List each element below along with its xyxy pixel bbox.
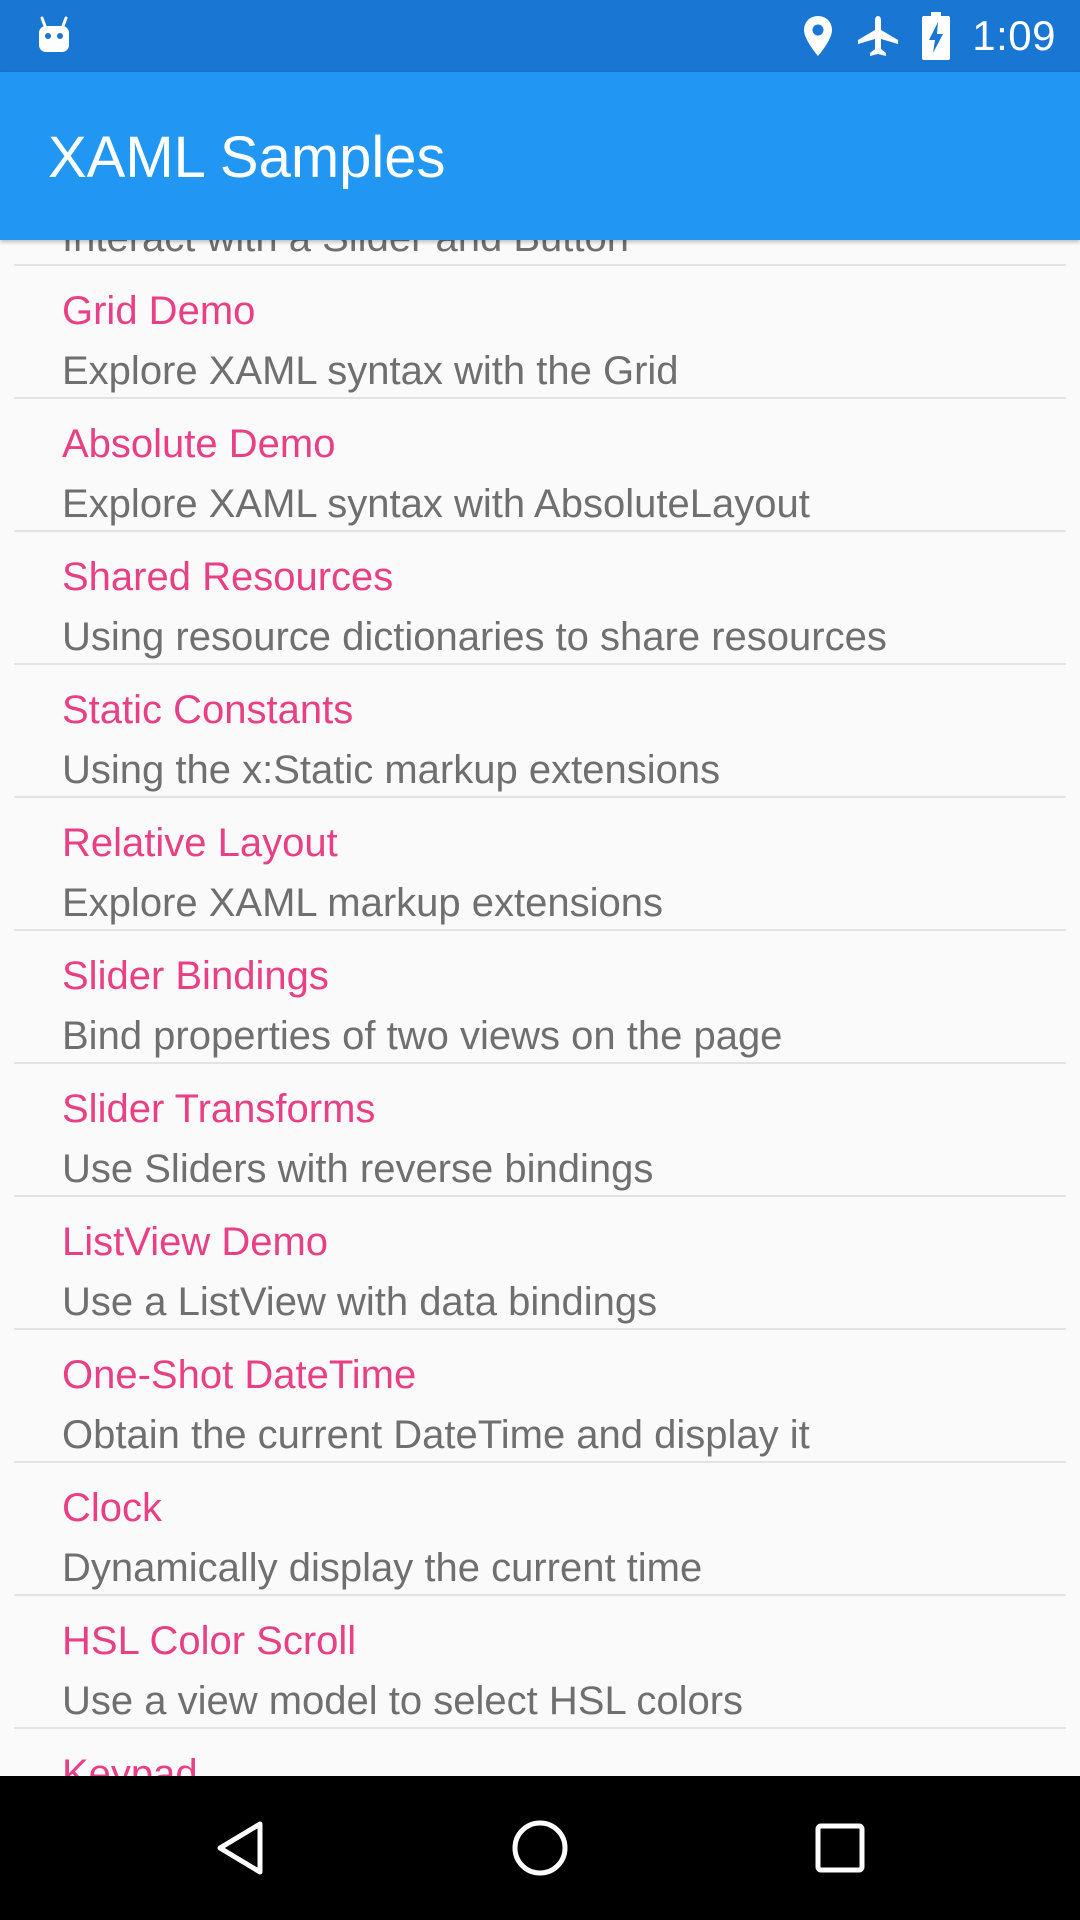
recents-icon[interactable] <box>810 1818 870 1878</box>
list-item-title: Relative Layout <box>62 821 338 865</box>
home-icon[interactable] <box>510 1818 570 1878</box>
list-item-clock[interactable]: Clock Dynamically display the current ti… <box>0 1463 1080 1596</box>
back-icon[interactable] <box>210 1818 270 1878</box>
airplane-mode-icon <box>858 16 899 56</box>
list-item-title: Slider Transforms <box>62 1087 376 1131</box>
list-item-detail: Explore XAML markup extensions <box>62 881 664 925</box>
list-item[interactable]: Interact with a Slider and Button <box>0 240 1080 266</box>
list-item-detail: Explore XAML syntax with AbsoluteLayout <box>62 482 810 526</box>
list-item-detail: Obtain the current DateTime and display … <box>62 1413 810 1457</box>
list-item-title: One-Shot DateTime <box>62 1353 417 1397</box>
list-item-shared-resources[interactable]: Shared Resources Using resource dictiona… <box>0 532 1080 665</box>
page-title: XAML Samples <box>48 125 446 190</box>
list-item-listview-demo[interactable]: ListView Demo Use a ListView with data b… <box>0 1197 1080 1330</box>
list-item-detail: Using the x:Static markup extensions <box>62 748 721 792</box>
list-item-title: ListView Demo <box>62 1220 329 1264</box>
list-item-title: Shared Resources <box>62 555 394 599</box>
android-robot-icon <box>39 16 69 52</box>
list-item-title: Clock <box>62 1486 163 1530</box>
list-item-detail: Interact with a Slider and Button <box>62 240 629 261</box>
location-icon <box>804 16 833 56</box>
list-item-detail: Explore XAML syntax with the Grid <box>62 349 679 393</box>
list-item-detail: Use Sliders with reverse bindings <box>62 1147 654 1191</box>
list-item-title: Slider Bindings <box>62 954 329 998</box>
list-item-slider-bindings[interactable]: Slider Bindings Bind properties of two v… <box>0 931 1080 1064</box>
list-item-detail: Dynamically display the current time <box>62 1546 703 1590</box>
navigation-bar <box>0 1776 1080 1920</box>
list-item-detail: Use a ListView with data bindings <box>62 1280 658 1324</box>
list-item-detail: Using resource dictionaries to share res… <box>62 615 887 659</box>
status-bar: 1:09 <box>0 0 1080 72</box>
list-item-title: Keypad <box>62 1752 198 1776</box>
battery-charging-icon <box>922 12 951 60</box>
list-item-title: Absolute Demo <box>62 422 336 466</box>
list-item-title: Grid Demo <box>62 289 256 333</box>
list-item-hsl-color-scroll[interactable]: HSL Color Scroll Use a view model to sel… <box>0 1596 1080 1729</box>
list-item-title: Static Constants <box>62 688 354 732</box>
list-item-one-shot-datetime[interactable]: One-Shot DateTime Obtain the current Dat… <box>0 1330 1080 1463</box>
samples-list[interactable]: Interact with a Slider and Button Grid D… <box>0 240 1080 1776</box>
list-item-slider-transforms[interactable]: Slider Transforms Use Sliders with rever… <box>0 1064 1080 1197</box>
list-item-absolute-demo[interactable]: Absolute Demo Explore XAML syntax with A… <box>0 399 1080 532</box>
list-item-detail: Bind properties of two views on the page <box>62 1014 783 1058</box>
list-item-detail: Use a view model to select HSL colors <box>62 1679 744 1723</box>
list-item-grid-demo[interactable]: Grid Demo Explore XAML syntax with the G… <box>0 266 1080 399</box>
status-time: 1:09 <box>972 12 1056 59</box>
list-item-keypad[interactable]: Keypad <box>0 1729 1080 1776</box>
list-item-title: HSL Color Scroll <box>62 1619 357 1663</box>
list-item-static-constants[interactable]: Static Constants Using the x:Static mark… <box>0 665 1080 798</box>
app-bar: XAML Samples <box>0 72 1080 240</box>
list-item-relative-layout[interactable]: Relative Layout Explore XAML markup exte… <box>0 798 1080 931</box>
